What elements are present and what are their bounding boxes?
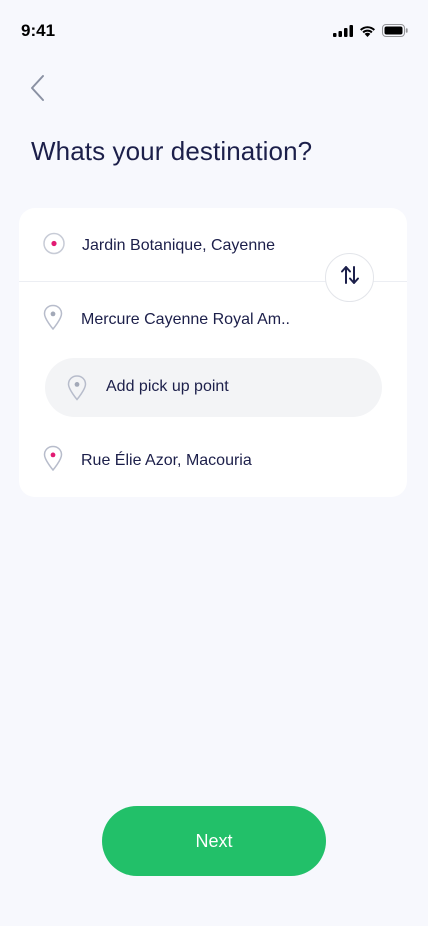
origin-dot-icon [43,232,65,260]
cellular-signal-icon [333,24,353,42]
route-card: Jardin Botanique, Cayenne Mercure Cayenn… [19,208,407,497]
swap-vertical-icon [339,265,361,290]
origin-label: Jardin Botanique, Cayenne [82,237,276,254]
battery-icon [382,24,408,42]
destination-label: Rue Élie Azor, Macouria [81,452,252,469]
page-title: Whats your destination? [31,136,313,166]
status-time: 9:41 [21,21,56,40]
status-bar: 9:41 [0,0,428,60]
add-pickup-point-label: Add pick up point [106,378,229,395]
next-button[interactable]: Next [102,806,326,876]
add-pickup-point-button[interactable]: Add pick up point [45,358,382,417]
destination-pin-icon [43,445,63,477]
destination-field[interactable]: Rue Élie Azor, Macouria [19,439,407,483]
back-button[interactable] [22,74,52,106]
location-pin-icon [43,304,63,336]
stop-field[interactable]: Mercure Cayenne Royal Am.. [19,298,407,342]
stop-label: Mercure Cayenne Royal Am.. [81,311,290,328]
chevron-left-icon [29,74,45,107]
wifi-icon [359,24,376,42]
swap-button[interactable] [325,253,374,302]
status-icons [333,24,408,42]
location-pin-icon [67,375,87,406]
